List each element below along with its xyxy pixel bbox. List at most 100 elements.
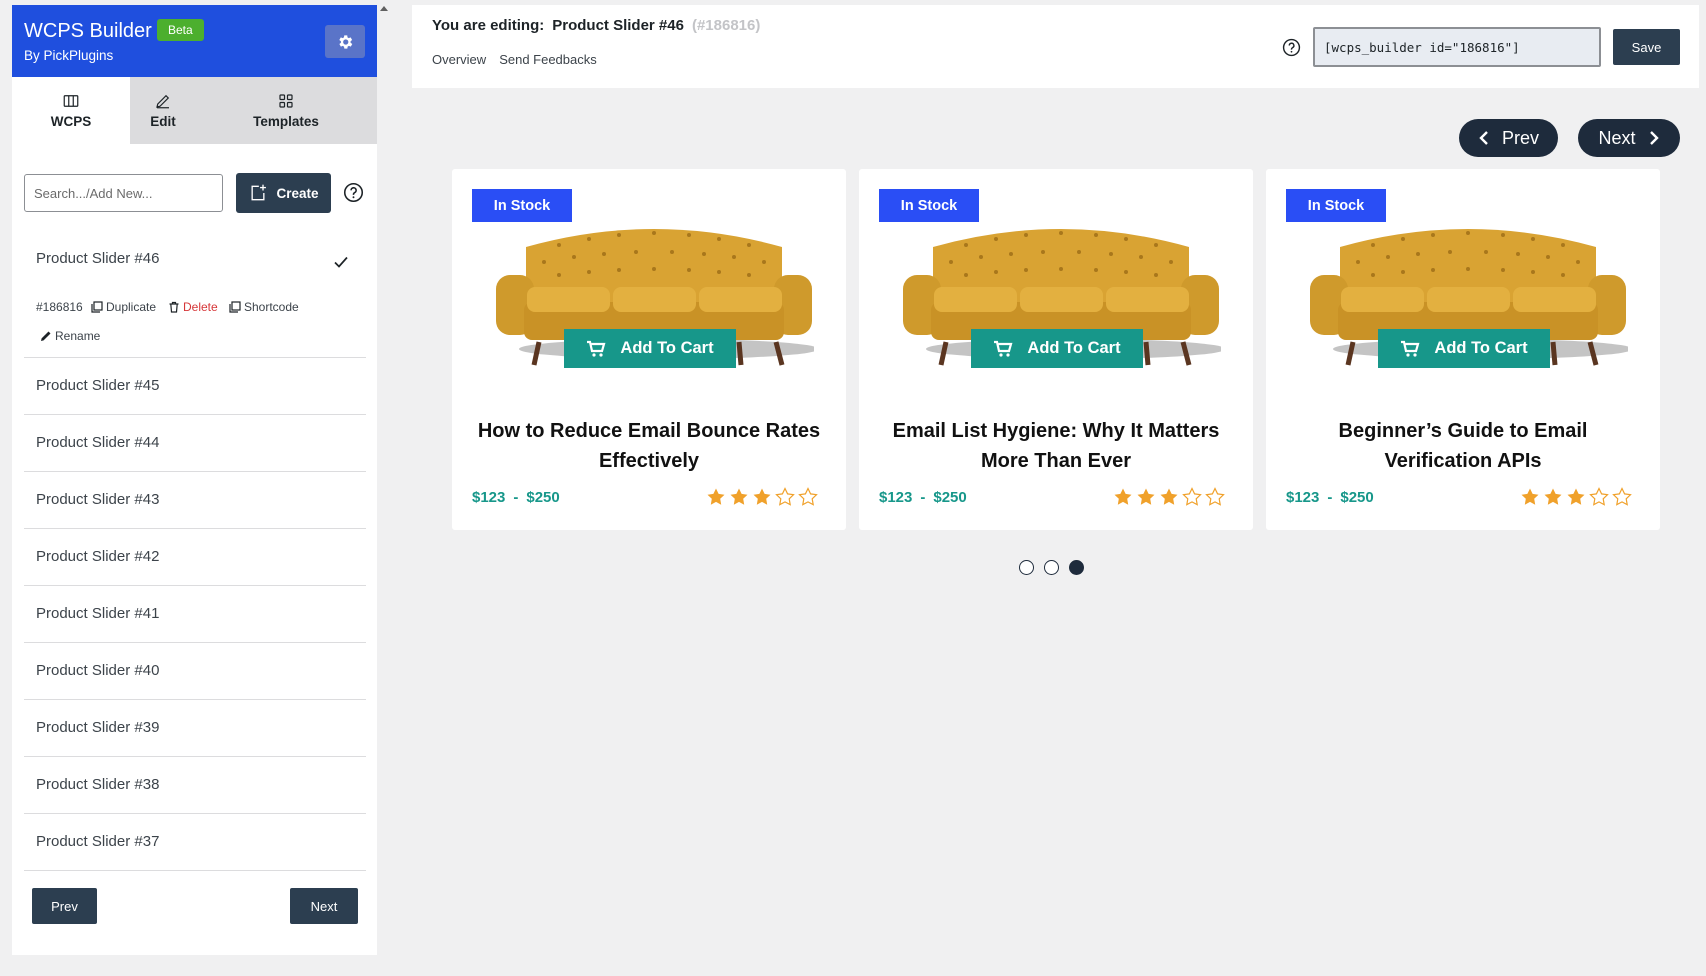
help-icon[interactable] — [343, 182, 364, 203]
list-item-label: Product Slider #37 — [36, 833, 160, 850]
app-byline: By PickPlugins — [24, 48, 114, 63]
star-filled-icon — [1567, 488, 1585, 505]
price-min: $123 — [1286, 489, 1320, 506]
add-to-cart-label: Add To Cart — [1027, 339, 1121, 357]
header-links: Overview Send Feedbacks — [432, 52, 610, 67]
editing-title: You are editing: Product Slider #46 (#1868… — [432, 17, 760, 34]
delete-action[interactable]: Delete — [168, 300, 218, 314]
shortcode-label: Shortcode — [244, 300, 299, 314]
tab-edit[interactable]: Edit — [130, 77, 196, 144]
product-price: $123- $250 — [879, 489, 967, 506]
tab-edit-label: Edit — [150, 114, 176, 129]
tab-templates[interactable]: Templates — [232, 77, 340, 144]
star-filled-icon — [1114, 488, 1132, 505]
star-rating — [1520, 487, 1632, 507]
cart-icon — [587, 340, 606, 357]
chevron-left-icon — [1479, 131, 1488, 145]
slider-prev-button[interactable]: Prev — [1459, 119, 1558, 157]
star-empty-icon — [775, 487, 795, 506]
price-min: $123 — [879, 489, 913, 506]
shortcode-action[interactable]: Shortcode — [229, 300, 299, 314]
star-filled-icon — [1160, 488, 1178, 505]
star-empty-icon — [1182, 487, 1202, 506]
star-empty-icon — [1205, 487, 1225, 506]
add-to-cart-label: Add To Cart — [1434, 339, 1528, 357]
list-item-label: Product Slider #41 — [36, 605, 160, 622]
slider-dot-active[interactable] — [1069, 560, 1084, 575]
rename-action[interactable]: Rename — [40, 329, 100, 343]
send-feedbacks-link[interactable]: Send Feedbacks — [499, 52, 597, 67]
list-item[interactable]: Product Slider #41 — [24, 586, 366, 643]
settings-button[interactable] — [325, 25, 365, 58]
beta-badge: Beta — [157, 19, 204, 41]
price-separator: - — [513, 489, 519, 506]
cart-icon — [1401, 340, 1420, 357]
list-item-label: Product Slider #38 — [36, 776, 160, 793]
copy-icon — [91, 301, 103, 313]
list-item[interactable]: Product Slider #39 — [24, 700, 366, 757]
save-button[interactable]: Save — [1613, 29, 1680, 65]
slider-dot[interactable] — [1019, 560, 1034, 575]
add-to-cart-label: Add To Cart — [620, 339, 714, 357]
list-item[interactable]: Product Slider #44 — [24, 415, 366, 472]
add-to-cart-button[interactable]: Add To Cart — [971, 329, 1143, 368]
list-item-label: Product Slider #43 — [36, 491, 160, 508]
list-item-label: Product Slider #39 — [36, 719, 160, 736]
list-item[interactable]: Product Slider #37 — [24, 814, 366, 871]
slider-prev-label: Prev — [1501, 127, 1539, 148]
list-item-label: Product Slider #40 — [36, 662, 160, 679]
price-max: $250 — [526, 489, 560, 506]
item-id: #186816 — [36, 300, 83, 314]
builder-sidebar: WCPS Builder Beta By PickPlugins WCPS Ed… — [12, 5, 377, 955]
product-title[interactable]: How to Reduce Email Bounce Rates Effecti… — [472, 416, 826, 476]
list-item[interactable]: Product Slider #38 — [24, 757, 366, 814]
pencil-icon — [41, 331, 51, 341]
slider-dot[interactable] — [1044, 560, 1059, 575]
product-card[interactable]: In Stock Add To Cart Beginner’s Guide to… — [1266, 169, 1660, 530]
product-title[interactable]: Beginner’s Guide to Email Verification A… — [1286, 416, 1640, 476]
scroll-up-arrow-icon[interactable] — [380, 6, 388, 11]
star-rating — [1113, 487, 1225, 507]
search-input[interactable] — [24, 174, 223, 212]
list-next-button[interactable]: Next — [290, 888, 358, 924]
add-to-cart-button[interactable]: Add To Cart — [564, 329, 736, 368]
list-item[interactable]: Product Slider #43 — [24, 472, 366, 529]
star-empty-icon — [1612, 487, 1632, 506]
builder-tabs: WCPS Edit Templates — [12, 77, 377, 144]
list-item-label: Product Slider #45 — [36, 377, 160, 394]
overview-link[interactable]: Overview — [432, 52, 486, 67]
slider-next-button[interactable]: Next — [1578, 119, 1680, 157]
editing-id: (#186816) — [691, 17, 761, 34]
create-label: Create — [276, 185, 319, 201]
star-filled-icon — [1137, 488, 1155, 505]
active-list-item[interactable]: Product Slider #46 #186816 Duplicate Del… — [24, 230, 366, 358]
shortcode-field[interactable] — [1313, 27, 1601, 67]
list-item[interactable]: Product Slider #40 — [24, 643, 366, 700]
tab-wcps-label: WCPS — [50, 114, 92, 129]
star-filled-icon — [707, 488, 725, 505]
price-separator: - — [1327, 489, 1333, 506]
product-card[interactable]: In Stock Add To Cart How to Reduce Email… — [452, 169, 846, 530]
list-prev-button[interactable]: Prev — [32, 888, 97, 924]
list-item[interactable]: Product Slider #45 — [24, 358, 366, 415]
star-filled-icon — [753, 488, 771, 505]
copy-icon — [229, 301, 241, 313]
product-price: $123- $250 — [1286, 489, 1374, 506]
trash-icon — [169, 301, 179, 313]
add-to-cart-button[interactable]: Add To Cart — [1378, 329, 1550, 368]
product-card[interactable]: In Stock Add To Cart Email List Hygiene:… — [859, 169, 1253, 530]
help-icon[interactable] — [1282, 38, 1301, 57]
sidebar-scrollbar[interactable] — [377, 0, 391, 976]
product-price: $123- $250 — [472, 489, 560, 506]
create-button[interactable]: Create — [236, 173, 331, 213]
price-max: $250 — [1340, 489, 1374, 506]
product-title[interactable]: Email List Hygiene: Why It Matters More … — [879, 416, 1233, 476]
list-item[interactable]: Product Slider #42 — [24, 529, 366, 586]
grid-icon — [279, 94, 293, 108]
active-item-label: Product Slider #46 — [36, 250, 160, 267]
star-filled-icon — [730, 488, 748, 505]
duplicate-action[interactable]: Duplicate — [91, 300, 156, 314]
add-page-icon — [251, 184, 267, 201]
tab-wcps[interactable]: WCPS — [12, 77, 130, 144]
editing-name: Product Slider #46 — [552, 17, 684, 34]
